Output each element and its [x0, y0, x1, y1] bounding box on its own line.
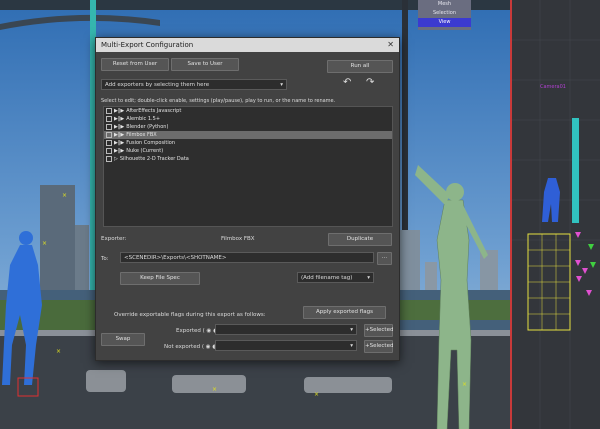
- list-item[interactable]: ▶‖▶ Nuke (Current): [104, 147, 392, 155]
- list-item[interactable]: ▷ Silhouette 2-D Tracker Data: [104, 155, 392, 163]
- list-item[interactable]: ▶‖▶ Alembic 1.5+: [104, 115, 392, 123]
- add-exporters-dropdown[interactable]: Add exporters by selecting them here ▾: [101, 79, 287, 90]
- redo-icon[interactable]: ↷: [366, 77, 374, 88]
- keep-file-spec-button[interactable]: Keep File Spec: [120, 272, 200, 285]
- export-path-input[interactable]: <SCENEDIR>\Exports\<SHOTNAME>: [120, 252, 374, 263]
- to-label: To:: [101, 256, 109, 262]
- override-flags-text: Override exportable flags during this ex…: [114, 312, 266, 318]
- play-icon[interactable]: ▶‖▶: [114, 123, 124, 131]
- svg-text:Camera01: Camera01: [540, 84, 566, 90]
- svg-text:×: ×: [62, 192, 67, 199]
- exporter-name[interactable]: Alembic 1.5+: [126, 115, 160, 123]
- checkbox-icon[interactable]: [106, 115, 112, 122]
- chevron-down-icon: ▾: [350, 343, 353, 349]
- checkbox-icon[interactable]: [106, 107, 112, 114]
- list-item-selected[interactable]: ▶‖▶ Filmbox FBX: [104, 131, 392, 139]
- play-icon[interactable]: ▶‖▶: [114, 107, 124, 115]
- exporter-name[interactable]: Filmbox FBX: [126, 131, 157, 139]
- checkbox-icon[interactable]: [106, 147, 112, 154]
- menu-item-mesh[interactable]: Mesh: [418, 0, 471, 9]
- svg-text:×: ×: [314, 391, 319, 398]
- exporter-name[interactable]: Blender (Python): [126, 123, 168, 131]
- exported-flags-dropdown[interactable]: ▾: [215, 324, 357, 335]
- play-icon[interactable]: ▶‖▶: [114, 115, 124, 123]
- dialog-title: Multi-Export Configuration: [101, 41, 194, 49]
- play-icon[interactable]: ▷: [114, 155, 118, 163]
- not-exported-add-selected-button[interactable]: +Selected: [364, 340, 393, 353]
- exporters-list[interactable]: ▶‖▶ AfterEffects Javascript ▶‖▶ Alembic 1.…: [103, 106, 393, 227]
- menu-item-selection[interactable]: Selection: [418, 9, 471, 18]
- checkbox-icon[interactable]: [106, 123, 112, 130]
- filename-tag-value: (Add filename tag): [301, 275, 353, 281]
- exporter-name[interactable]: Nuke (Current): [126, 147, 163, 155]
- instructions-text: Select to edit; double-click enable, set…: [101, 98, 336, 104]
- undo-icon[interactable]: ↶: [343, 77, 351, 88]
- not-exported-label: Not exported ( ◉ ◐): [164, 344, 219, 350]
- exporter-name-value: Filmbox FBX: [221, 236, 255, 242]
- exported-label-text: Exported (: [176, 328, 205, 334]
- svg-text:×: ×: [462, 381, 467, 388]
- browse-button[interactable]: ...: [377, 252, 392, 265]
- run-all-button[interactable]: Run all: [327, 60, 393, 73]
- play-icon[interactable]: ▶‖▶: [114, 131, 124, 139]
- play-icon[interactable]: ▶‖▶: [114, 139, 124, 147]
- swap-button[interactable]: Swap: [101, 333, 145, 346]
- menu-item-view[interactable]: View: [418, 18, 471, 27]
- chevron-down-icon: ▾: [280, 82, 283, 88]
- svg-text:×: ×: [212, 386, 217, 393]
- list-item[interactable]: ▶‖▶ Blender (Python): [104, 123, 392, 131]
- list-item[interactable]: ▶‖▶ Fusion Composition: [104, 139, 392, 147]
- checkbox-icon[interactable]: [106, 131, 112, 138]
- svg-text:×: ×: [42, 240, 47, 247]
- exported-label: Exported ( ◉ ◐): [176, 328, 220, 334]
- chevron-down-icon: ▾: [367, 275, 370, 281]
- dialog-titlebar: Multi-Export Configuration ✕: [96, 38, 399, 52]
- exporter-name[interactable]: Fusion Composition: [126, 139, 175, 147]
- close-icon[interactable]: ✕: [387, 38, 394, 52]
- exporter-label: Exporter:: [101, 236, 127, 242]
- filename-tag-dropdown[interactable]: (Add filename tag) ▾: [297, 272, 374, 283]
- exported-add-selected-button[interactable]: +Selected: [364, 324, 393, 337]
- duplicate-button[interactable]: Duplicate: [328, 233, 392, 246]
- checkbox-icon[interactable]: [106, 155, 112, 162]
- chevron-down-icon: ▾: [350, 327, 353, 333]
- play-icon[interactable]: ▶‖▶: [114, 147, 124, 155]
- reset-from-user-button[interactable]: Reset from User: [101, 58, 169, 71]
- save-to-user-button[interactable]: Save to User: [171, 58, 239, 71]
- checkbox-icon[interactable]: [106, 139, 112, 146]
- not-exported-flags-dropdown[interactable]: ▾: [215, 340, 357, 351]
- svg-text:×: ×: [56, 348, 61, 355]
- exporter-name[interactable]: Silhouette 2-D Tracker Data: [120, 155, 189, 163]
- not-exported-label-text: Not exported (: [164, 344, 204, 350]
- apply-exported-flags-button[interactable]: Apply exported flags: [303, 306, 386, 319]
- exporter-name[interactable]: AfterEffects Javascript: [126, 107, 181, 115]
- add-exporters-placeholder: Add exporters by selecting them here: [105, 82, 210, 88]
- list-item[interactable]: ▶‖▶ AfterEffects Javascript: [104, 107, 392, 115]
- viewport-menu: Mesh Selection View: [418, 0, 471, 30]
